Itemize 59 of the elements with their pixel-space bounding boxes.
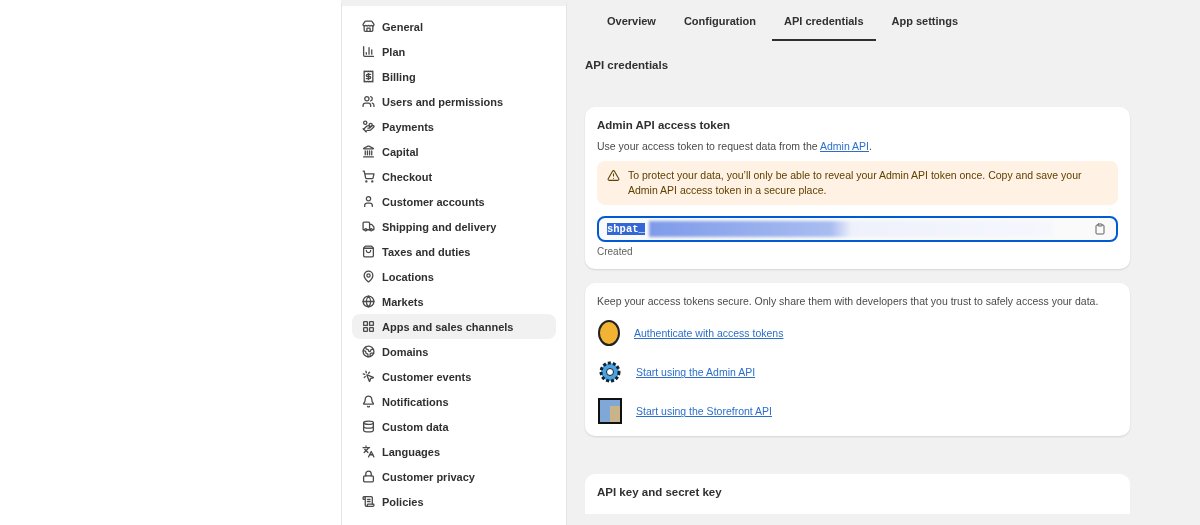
lock-icon (362, 470, 375, 483)
sidebar-item[interactable]: Markets (352, 289, 556, 314)
user-icon (362, 195, 375, 208)
section-title: API credentials (585, 59, 670, 71)
pointer-icon (362, 370, 375, 383)
globe-icon (362, 345, 375, 358)
clipboard-icon[interactable] (1094, 223, 1106, 236)
cart-icon (362, 170, 375, 183)
card-title: API key and secret key (597, 486, 723, 499)
sidebar-item[interactable]: Payments (352, 114, 556, 139)
sidebar-item[interactable]: Customer events (352, 364, 556, 389)
doc-link[interactable]: Start using the Storefront API (636, 405, 772, 418)
tab[interactable]: Overview (595, 0, 668, 41)
truck-icon (362, 220, 375, 233)
warning-text: To protect your data, you’ll only be able to reveal your Admin API token once. Copy and save your Admin API access token in a secure place. (628, 168, 1083, 199)
translate-icon (362, 445, 375, 458)
sidebar-item[interactable]: Locations (352, 264, 556, 289)
users-icon (362, 95, 375, 108)
sidebar-item[interactable]: Users and permissions (352, 89, 556, 114)
sidebar-item[interactable]: Billing (352, 64, 556, 89)
warning-icon (607, 169, 620, 182)
database-icon (362, 420, 375, 433)
sidebar-item[interactable]: Plan (352, 39, 556, 64)
security-text: Keep your access tokens secure. Only share them with developers that you trust to safely access your data. (597, 295, 1100, 308)
sidebar-item[interactable]: Taxes and duties (352, 239, 556, 264)
doc-link[interactable]: Start using the Admin API (636, 366, 756, 379)
hand-coins-icon (362, 120, 375, 133)
sidebar-item[interactable]: Checkout (352, 164, 556, 189)
map-pin-icon (362, 270, 375, 283)
sidebar-item[interactable]: Apps and sales channels (352, 314, 556, 339)
sidebar-item[interactable]: Capital (352, 139, 556, 164)
tab[interactable]: Configuration (671, 0, 769, 41)
token-field[interactable]: shpat_ (597, 216, 1118, 243)
created-text: Created (597, 246, 634, 258)
admin-api-link[interactable]: Admin API (819, 140, 869, 152)
sidebar-item[interactable]: Customer privacy (352, 464, 556, 489)
globe-icon (362, 295, 375, 308)
store-icon (362, 20, 375, 33)
sidebar-item[interactable]: Customer accounts (352, 189, 556, 214)
card-title: Admin API access token (597, 119, 732, 131)
token-value: shpat_ (607, 223, 645, 236)
tab[interactable]: App settings (879, 0, 971, 41)
sidebar-item[interactable]: Shipping and delivery (352, 214, 556, 239)
sidebar-item[interactable]: Languages (352, 439, 556, 464)
bag-icon (362, 245, 375, 258)
bank-icon (362, 145, 375, 158)
bar-chart-icon (362, 45, 375, 58)
sidebar-item[interactable]: General (352, 14, 556, 39)
sidebar-item[interactable]: Notifications (352, 389, 556, 414)
sidebar-item[interactable]: Policies (352, 489, 556, 514)
grid-icon (362, 320, 375, 333)
sidebar-item[interactable]: Custom data (352, 414, 556, 439)
description-text: Use your access token to request data from the Admin API. (597, 140, 873, 152)
doc-link[interactable]: Authenticate with access tokens (634, 327, 784, 340)
coin-icon (597, 320, 621, 347)
tab[interactable]: API credentials (772, 0, 876, 41)
sidebar-item[interactable]: Domains (352, 339, 556, 364)
bell-icon (362, 395, 375, 408)
receipt-icon (362, 70, 375, 83)
